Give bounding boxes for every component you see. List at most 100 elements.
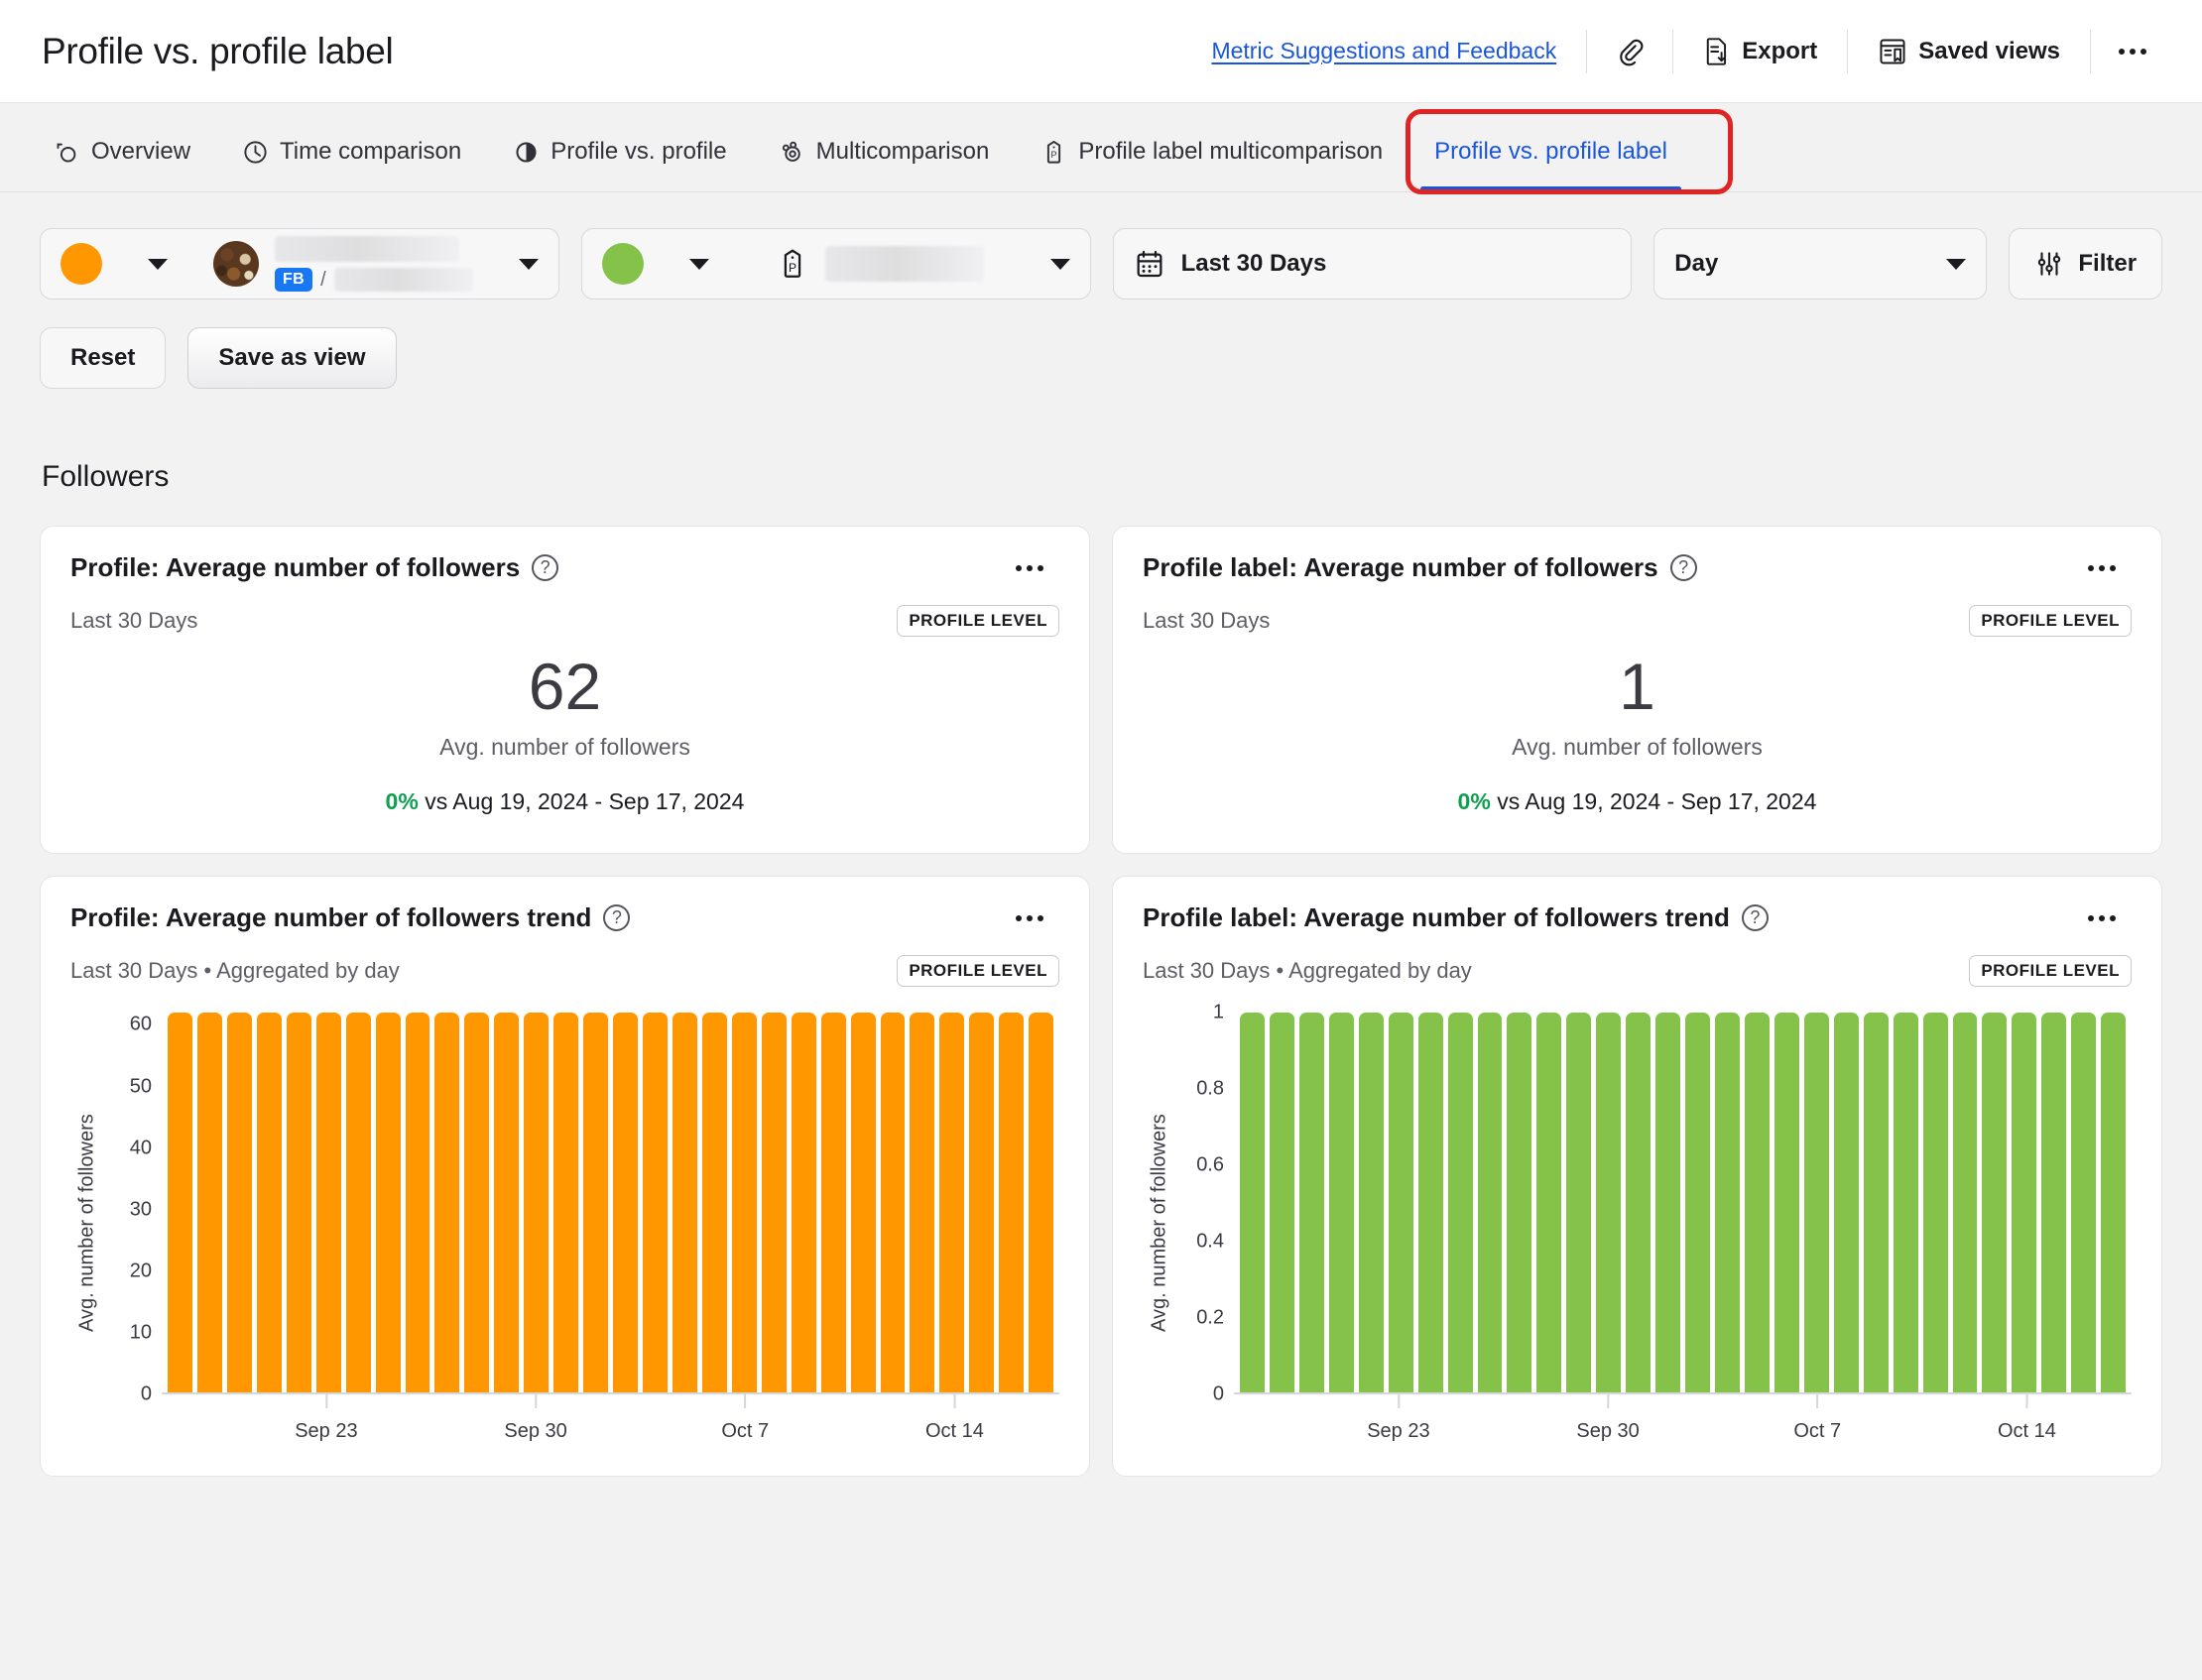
more-options-button[interactable] (2103, 39, 2162, 64)
x-tick-label: Sep 23 (1367, 1394, 1429, 1443)
bar[interactable] (1389, 1013, 1413, 1392)
bar[interactable] (1418, 1013, 1443, 1392)
profile-label-color-swatch[interactable] (602, 243, 644, 285)
bar[interactable] (168, 1013, 192, 1392)
bar[interactable] (494, 1013, 519, 1392)
card-more-options-button[interactable] (2072, 555, 2132, 581)
profile-label-selector[interactable]: P (581, 228, 1091, 300)
tab-overview[interactable]: Overview (38, 138, 206, 191)
bar[interactable] (287, 1013, 311, 1392)
chevron-down-icon[interactable] (519, 259, 539, 270)
bar[interactable] (524, 1013, 549, 1392)
metric-feedback-link[interactable]: Metric Suggestions and Feedback (1193, 38, 1574, 64)
reset-button[interactable]: Reset (40, 327, 166, 389)
bar[interactable] (1953, 1013, 1978, 1392)
bar[interactable] (1655, 1013, 1680, 1392)
bar[interactable] (1270, 1013, 1294, 1392)
bar[interactable] (762, 1013, 787, 1392)
bar[interactable] (1834, 1013, 1859, 1392)
bar[interactable] (1596, 1013, 1621, 1392)
export-button[interactable]: Export (1685, 29, 1835, 74)
card-more-options-button[interactable] (2072, 905, 2132, 931)
bar[interactable] (1715, 1013, 1740, 1392)
filter-button[interactable]: Filter (2009, 228, 2162, 300)
status-badge: PROFILE LEVEL (1969, 955, 2132, 987)
help-icon[interactable]: ? (603, 904, 630, 931)
bar[interactable] (792, 1013, 816, 1392)
bar[interactable] (1448, 1013, 1473, 1392)
bar[interactable] (1685, 1013, 1710, 1392)
bar[interactable] (406, 1013, 430, 1392)
bar[interactable] (464, 1013, 489, 1392)
bar[interactable] (673, 1013, 697, 1392)
bar[interactable] (821, 1013, 846, 1392)
bar[interactable] (2012, 1013, 2036, 1392)
bar[interactable] (1536, 1013, 1561, 1392)
bar[interactable] (316, 1013, 341, 1392)
bar[interactable] (1029, 1013, 1053, 1392)
help-icon[interactable]: ? (1670, 554, 1697, 581)
granularity-selector[interactable]: Day (1653, 228, 1987, 300)
bar[interactable] (1804, 1013, 1829, 1392)
chevron-down-icon[interactable] (148, 259, 168, 270)
bar[interactable] (257, 1013, 282, 1392)
bar[interactable] (881, 1013, 906, 1392)
bar[interactable] (851, 1013, 876, 1392)
tab-profile-vs-profile[interactable]: Profile vs. profile (497, 138, 742, 191)
bar[interactable] (434, 1013, 459, 1392)
chevron-down-icon[interactable] (1050, 259, 1070, 270)
bar[interactable] (1774, 1013, 1799, 1392)
bar[interactable] (910, 1013, 934, 1392)
profile-color-group[interactable] (61, 243, 168, 285)
profile-label-color-group[interactable] (602, 243, 709, 285)
plot-area (162, 1013, 1059, 1394)
bar[interactable] (643, 1013, 668, 1392)
tab-multicomparison[interactable]: Multicomparison (763, 138, 1006, 191)
card-subheader: Last 30 Days • Aggregated by day PROFILE… (1143, 955, 2132, 987)
bar[interactable] (346, 1013, 371, 1392)
bar[interactable] (969, 1013, 994, 1392)
bar[interactable] (1894, 1013, 1918, 1392)
bar[interactable] (376, 1013, 401, 1392)
chevron-down-icon[interactable] (689, 259, 709, 270)
bar[interactable] (1359, 1013, 1384, 1392)
bar[interactable] (1745, 1013, 1770, 1392)
bar[interactable] (2101, 1013, 2126, 1392)
bar[interactable] (999, 1013, 1024, 1392)
help-icon[interactable]: ? (1742, 904, 1769, 931)
bar[interactable] (702, 1013, 727, 1392)
saved-views-button[interactable]: Saved views (1860, 29, 2078, 74)
tab-profile-vs-profile-label[interactable]: Profile vs. profile label (1418, 138, 1683, 191)
bar[interactable] (1982, 1013, 2007, 1392)
bar[interactable] (227, 1013, 252, 1392)
profile-color-swatch[interactable] (61, 243, 102, 285)
profile-selector[interactable]: FB / (40, 228, 559, 300)
card-more-options-button[interactable] (1000, 905, 1059, 931)
bar[interactable] (1478, 1013, 1503, 1392)
card-more-options-button[interactable] (1000, 555, 1059, 581)
bar[interactable] (197, 1013, 222, 1392)
bar[interactable] (1507, 1013, 1531, 1392)
bar[interactable] (583, 1013, 608, 1392)
bar[interactable] (1240, 1013, 1265, 1392)
bar[interactable] (1299, 1013, 1324, 1392)
bar[interactable] (1566, 1013, 1591, 1392)
bar[interactable] (939, 1013, 964, 1392)
bar[interactable] (1329, 1013, 1354, 1392)
tab-profile-label-multicomparison[interactable]: P Profile label multicomparison (1025, 138, 1399, 191)
bar[interactable] (553, 1013, 578, 1392)
bar[interactable] (2071, 1013, 2096, 1392)
chevron-down-icon[interactable] (1946, 259, 1966, 270)
copy-link-button[interactable] (1599, 29, 1660, 74)
bar[interactable] (613, 1013, 638, 1392)
y-tick-label: 0.8 (1196, 1078, 1224, 1101)
help-icon[interactable]: ? (532, 554, 558, 581)
bar[interactable] (2041, 1013, 2066, 1392)
bar[interactable] (1923, 1013, 1948, 1392)
tab-time-comparison[interactable]: Time comparison (226, 138, 477, 191)
save-as-view-button[interactable]: Save as view (187, 327, 396, 389)
date-range-selector[interactable]: Last 30 Days (1113, 228, 1633, 300)
bar[interactable] (732, 1013, 757, 1392)
bar[interactable] (1626, 1013, 1651, 1392)
bar[interactable] (1864, 1013, 1889, 1392)
